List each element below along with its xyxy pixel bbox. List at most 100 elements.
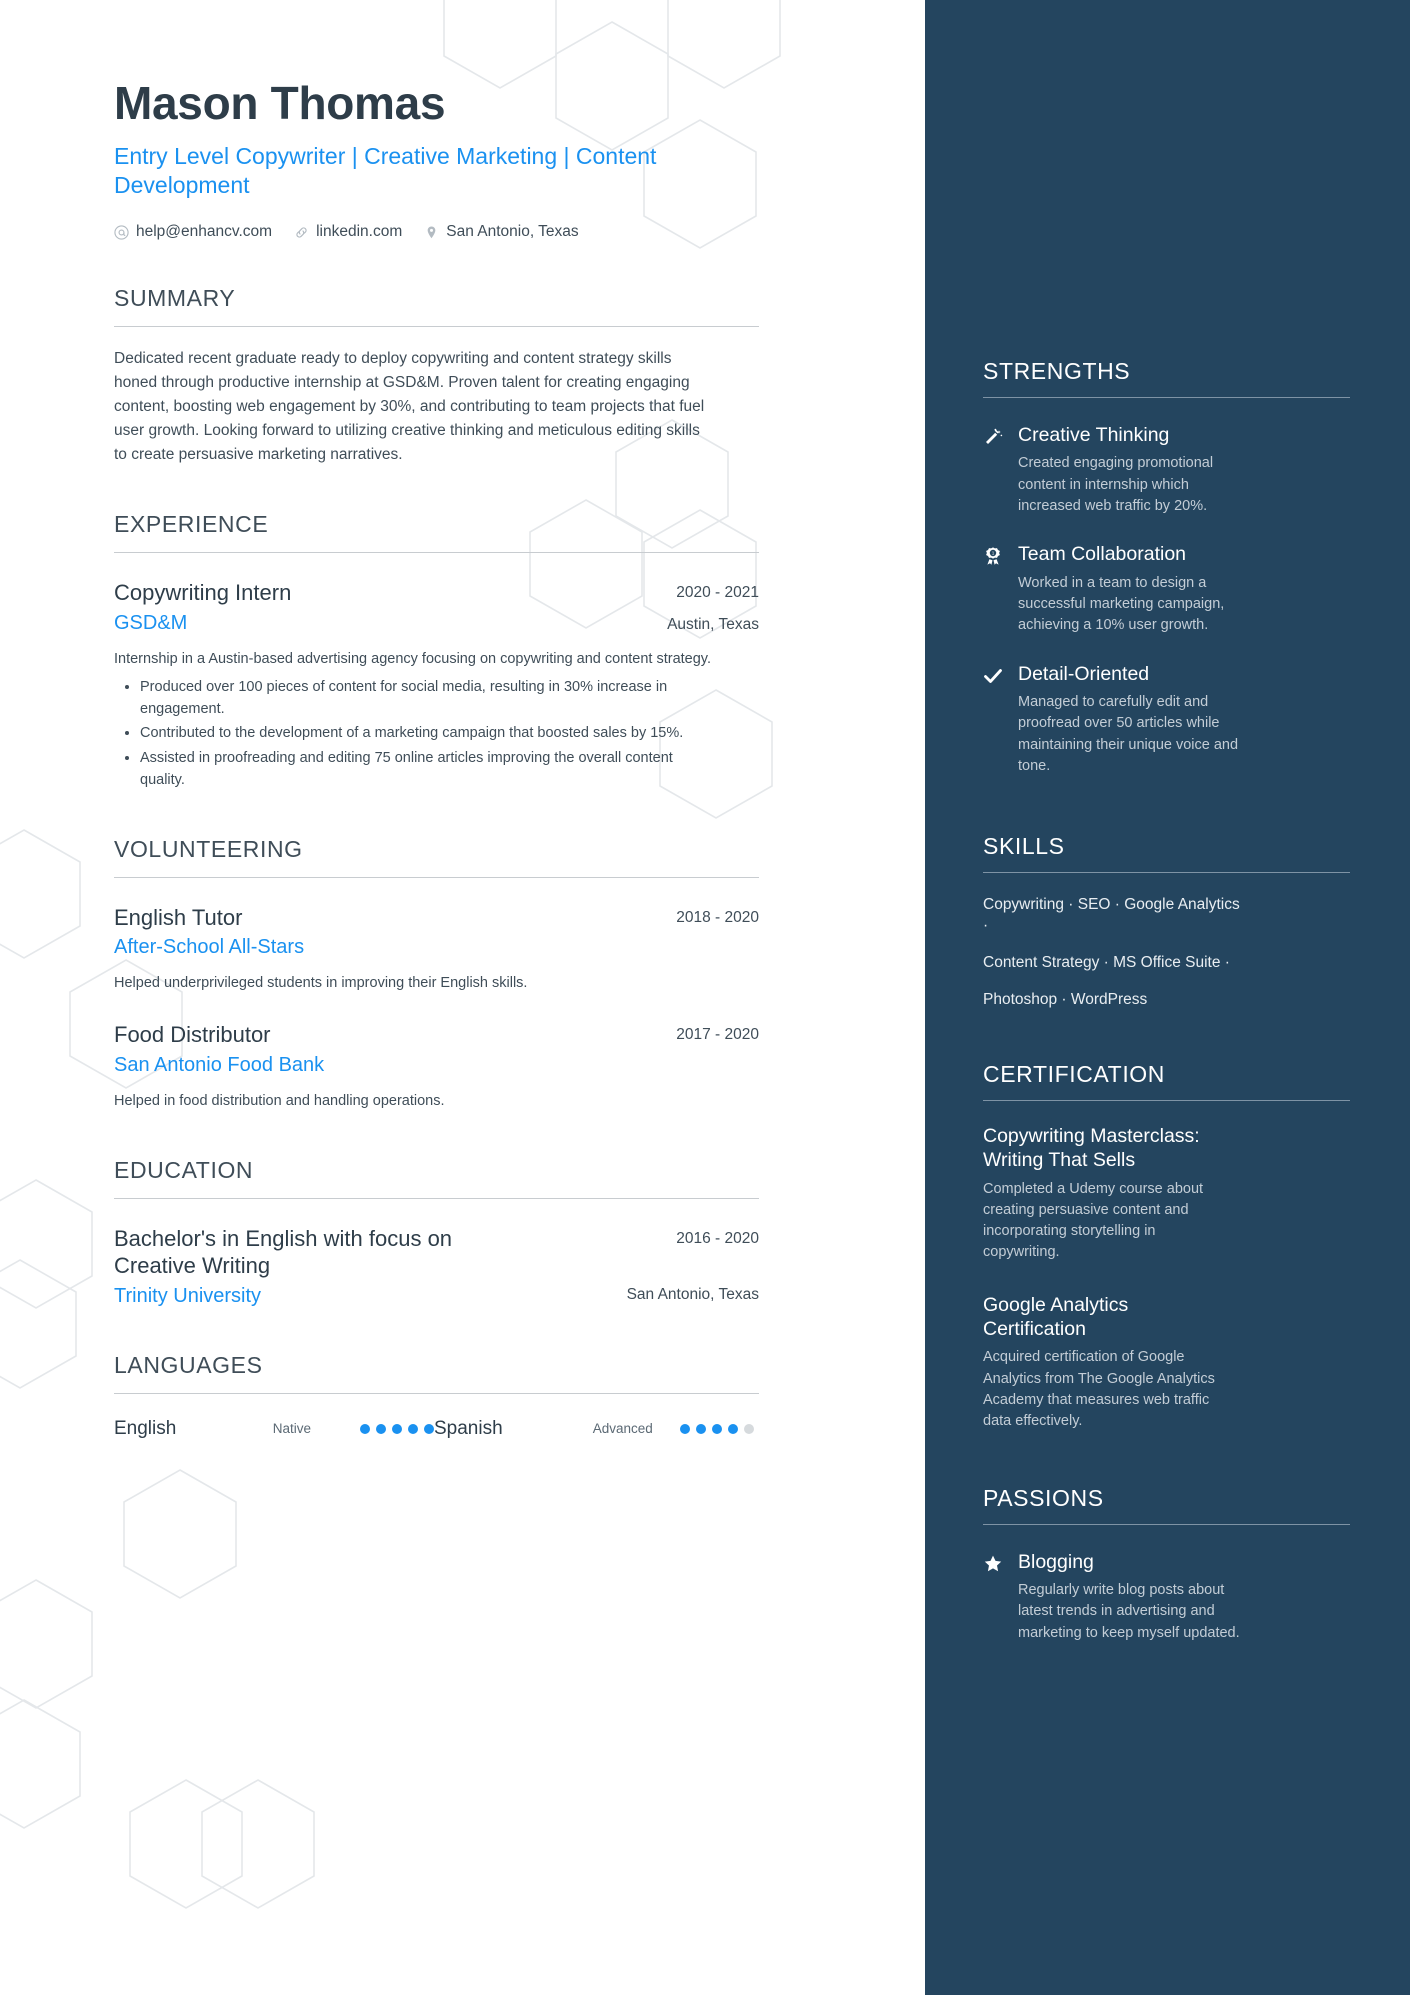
strength-item: Creative Thinking Created engaging promo…	[983, 424, 1350, 517]
section-passions: PASSIONS Blogging Regularly write blog p…	[983, 1485, 1350, 1644]
skills-list: Copywriting · SEO · Google Analytics · C…	[983, 895, 1350, 1011]
experience-description: Internship in a Austin-based advertising…	[114, 651, 712, 668]
language-name: English	[114, 1417, 177, 1439]
volunteering-entry: English Tutor After-School All-Stars 201…	[114, 904, 759, 995]
link-icon	[294, 225, 309, 240]
language-item-english: English Native	[114, 1418, 434, 1440]
summary-text: Dedicated recent graduate ready to deplo…	[114, 350, 705, 464]
strengths-divider	[983, 397, 1350, 398]
strength-name: Creative Thinking	[1018, 424, 1170, 446]
summary-divider	[114, 326, 759, 328]
skills-line: Copywriting · SEO · Google Analytics ·	[983, 896, 1240, 935]
award-medal-icon: 1	[983, 543, 1005, 566]
section-certification: CERTIFICATION Copywriting Masterclass: W…	[983, 1061, 1350, 1433]
section-strengths: STRENGTHS Creative Thinking Created enga…	[983, 358, 1350, 777]
strength-item: 1 Team Collaboration Worked in a team to…	[983, 543, 1350, 636]
volunteering-org[interactable]: San Antonio Food Bank	[114, 1054, 658, 1077]
volunteering-heading: VOLUNTEERING	[114, 835, 303, 862]
experience-entry: Copywriting Intern GSD&M 2020 - 2021 Aus…	[114, 579, 759, 791]
magic-wand-icon	[983, 424, 1005, 447]
skills-divider	[983, 872, 1350, 874]
resume-page: Mason Thomas Entry Level Copywriter | Cr…	[0, 0, 1410, 1995]
section-summary: SUMMARY Dedicated recent graduate ready …	[114, 285, 759, 467]
list-item: Assisted in proofreading and editing 75 …	[140, 748, 714, 792]
education-date: 2016 - 2020	[676, 1229, 759, 1247]
certification-description: Completed a Udemy course about creating …	[983, 1180, 1204, 1261]
contact-linkedin[interactable]: linkedin.com	[294, 223, 402, 241]
rating-dot-empty	[744, 1423, 754, 1434]
certification-heading: CERTIFICATION	[983, 1060, 1166, 1087]
list-item: Produced over 100 pieces of content for …	[140, 677, 714, 721]
page-title: Mason Thomas	[114, 77, 446, 129]
volunteering-divider	[114, 876, 759, 878]
rating-dot-filled	[392, 1423, 402, 1434]
education-degree: Bachelor's in English with focus on Crea…	[114, 1225, 453, 1279]
skills-heading: SKILLS	[983, 833, 1065, 860]
contact-linkedin-text: linkedin.com	[316, 223, 403, 241]
checkmark-icon	[983, 663, 1005, 686]
section-experience: EXPERIENCE Copywriting Intern GSD&M 2020…	[114, 511, 759, 791]
volunteering-date: 2018 - 2020	[676, 908, 759, 926]
main-column: Mason Thomas Entry Level Copywriter | Cr…	[0, 0, 925, 1995]
rating-dot-filled	[696, 1423, 706, 1434]
education-divider	[114, 1197, 759, 1199]
passion-description: Regularly write blog posts about latest …	[1018, 1582, 1240, 1641]
certification-name: Google Analytics Certification	[983, 1293, 1129, 1340]
strengths-heading: STRENGTHS	[983, 358, 1131, 384]
volunteering-org[interactable]: After-School All-Stars	[114, 936, 658, 959]
experience-company[interactable]: GSD&M	[114, 612, 649, 635]
volunteering-description: Helped in food distribution and handling…	[114, 1092, 445, 1109]
passion-item: Blogging Regularly write blog posts abou…	[983, 1551, 1350, 1644]
language-level: Advanced	[592, 1421, 653, 1437]
languages-heading: LANGUAGES	[114, 1351, 263, 1378]
strength-name: Team Collaboration	[1018, 543, 1187, 566]
sidebar: STRENGTHS Creative Thinking Created enga…	[925, 0, 1410, 1995]
rating-dot-filled	[680, 1423, 690, 1434]
certification-item: Copywriting Masterclass: Writing That Se…	[983, 1125, 1350, 1264]
rating-dot-filled	[376, 1423, 386, 1434]
volunteering-role: English Tutor	[114, 904, 243, 930]
passions-divider	[983, 1523, 1350, 1525]
languages-divider	[114, 1392, 759, 1394]
volunteering-date: 2017 - 2020	[676, 1026, 759, 1044]
strength-name: Detail-Oriented	[1018, 662, 1150, 685]
location-pin-icon	[424, 225, 439, 240]
education-location: San Antonio, Texas	[626, 1285, 759, 1303]
language-level: Native	[272, 1421, 311, 1437]
contact-row: help@enhancv.com linkedin.com San Antoni…	[114, 223, 925, 241]
certification-divider	[983, 1099, 1350, 1101]
rating-dot-filled	[712, 1423, 722, 1434]
certification-name: Copywriting Masterclass: Writing That Se…	[983, 1124, 1200, 1171]
star-icon	[983, 1551, 1005, 1574]
contact-email-text: help@enhancv.com	[136, 223, 273, 241]
skills-line: Content Strategy · MS Office Suite ·	[983, 954, 1230, 972]
contact-location-text: San Antonio, Texas	[446, 223, 579, 241]
contact-location: San Antonio, Texas	[424, 223, 579, 241]
volunteering-description: Helped underprivileged students in impro…	[114, 975, 528, 992]
strength-description: Created engaging promotional content in …	[1018, 455, 1214, 515]
certification-description: Acquired certification of Google Analyti…	[983, 1349, 1215, 1430]
summary-heading: SUMMARY	[114, 285, 236, 312]
education-school[interactable]: Trinity University	[114, 1285, 609, 1308]
certification-item: Google Analytics Certification Acquired …	[983, 1294, 1350, 1433]
email-icon	[114, 225, 129, 240]
contact-email[interactable]: help@enhancv.com	[114, 223, 272, 241]
rating-dot-filled	[360, 1423, 370, 1434]
language-name: Spanish	[434, 1417, 503, 1439]
section-skills: SKILLS Copywriting · SEO · Google Analyt…	[983, 833, 1350, 1011]
education-heading: EDUCATION	[114, 1156, 254, 1183]
language-rating-dots	[360, 1423, 434, 1434]
volunteering-entry: Food Distributor San Antonio Food Bank 2…	[114, 1021, 759, 1112]
skills-line: Photoshop · WordPress	[983, 991, 1148, 1009]
rating-dot-filled	[424, 1423, 434, 1434]
experience-location: Austin, Texas	[667, 616, 759, 634]
volunteering-role: Food Distributor	[114, 1022, 271, 1048]
language-row: English Native Spanish Advanced	[114, 1418, 759, 1440]
rating-dot-filled	[408, 1423, 418, 1434]
experience-date: 2020 - 2021	[676, 584, 759, 602]
experience-bullet-list: Produced over 100 pieces of content for …	[114, 677, 714, 792]
strength-item: Detail-Oriented Managed to carefully edi…	[983, 663, 1350, 778]
experience-heading: EXPERIENCE	[114, 511, 269, 538]
list-item: Contributed to the development of a mark…	[140, 723, 714, 745]
experience-role: Copywriting Intern	[114, 580, 292, 606]
